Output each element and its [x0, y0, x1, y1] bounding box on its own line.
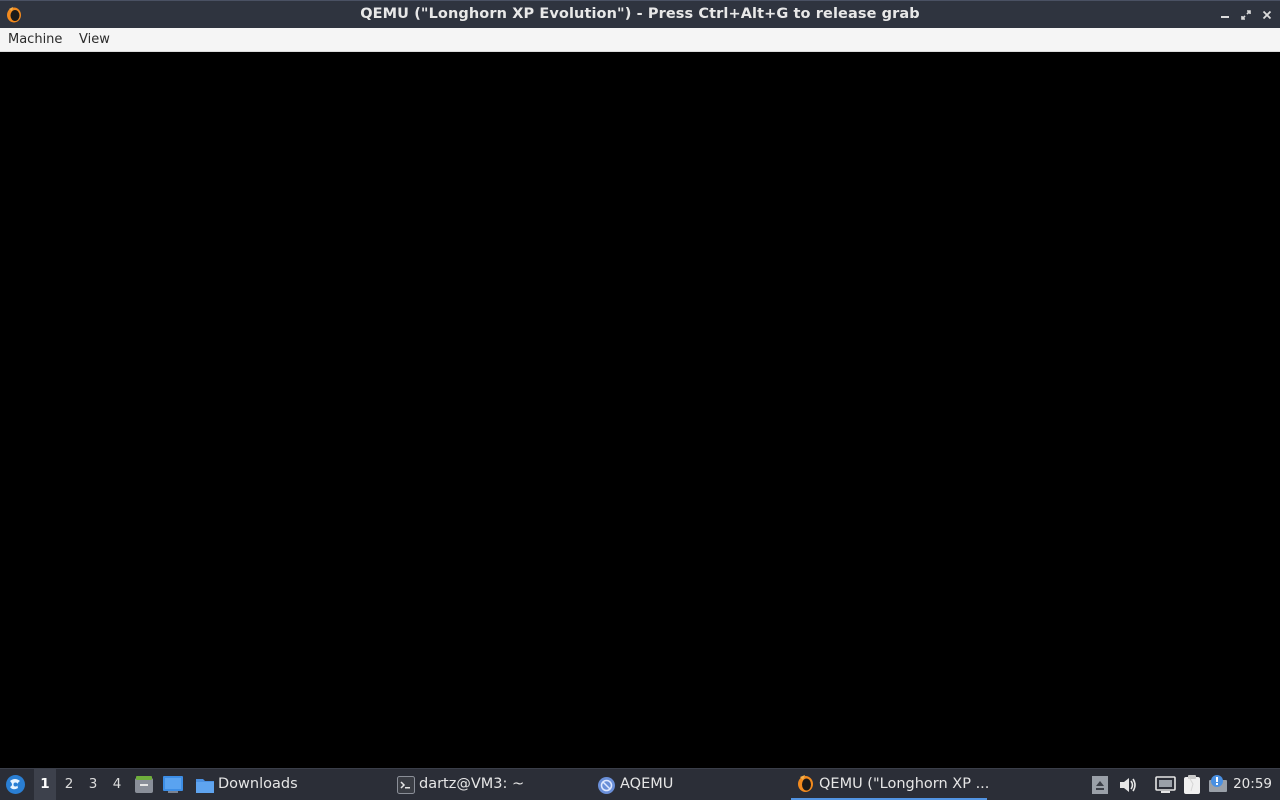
task-aqemu[interactable]: AQEMU — [596, 769, 786, 800]
maximize-icon[interactable] — [1239, 8, 1253, 22]
minimize-icon[interactable] — [1218, 8, 1232, 22]
close-icon[interactable] — [1260, 8, 1274, 22]
workspace-2[interactable]: 2 — [58, 769, 80, 800]
folder-icon — [196, 779, 214, 793]
qemu-icon — [798, 775, 813, 792]
task-terminal[interactable]: dartz@VM3: ~ — [395, 769, 585, 800]
clipboard-icon[interactable] — [1182, 774, 1202, 795]
workspace-4[interactable]: 4 — [106, 769, 128, 800]
task-downloads[interactable]: Downloads — [193, 769, 383, 800]
clock[interactable]: 20:59 — [1233, 769, 1272, 800]
task-qemu[interactable]: QEMU ("Longhorn XP ... — [791, 769, 990, 800]
vm-display[interactable] — [0, 52, 1280, 768]
network-icon[interactable] — [1155, 776, 1176, 794]
terminal-icon — [397, 776, 415, 794]
workspace-1[interactable]: 1 — [34, 769, 56, 800]
show-desktop-icon[interactable] — [162, 775, 184, 794]
lxqt-start-icon[interactable] — [5, 774, 26, 795]
task-label: Downloads — [218, 776, 298, 792]
menu-machine[interactable]: Machine — [8, 28, 62, 52]
task-label: QEMU ("Longhorn XP ... — [819, 776, 990, 792]
notification-icon[interactable] — [1207, 774, 1229, 794]
taskbar: 1 2 3 4 Downloads dartz@VM3: ~ AQEMU QEM… — [0, 768, 1280, 800]
workspace-3[interactable]: 3 — [82, 769, 104, 800]
menu-view[interactable]: View — [79, 28, 110, 52]
menubar: Machine View — [0, 28, 1280, 52]
window-titlebar[interactable]: QEMU ("Longhorn XP Evolution") - Press C… — [0, 0, 1280, 28]
window-title: QEMU ("Longhorn XP Evolution") - Press C… — [360, 6, 920, 22]
aqemu-icon — [598, 777, 615, 794]
task-label: AQEMU — [620, 776, 674, 792]
task-label: dartz@VM3: ~ — [419, 776, 525, 792]
file-manager-icon[interactable] — [134, 775, 154, 794]
volume-icon[interactable] — [1118, 776, 1138, 794]
eject-icon[interactable] — [1091, 775, 1109, 795]
